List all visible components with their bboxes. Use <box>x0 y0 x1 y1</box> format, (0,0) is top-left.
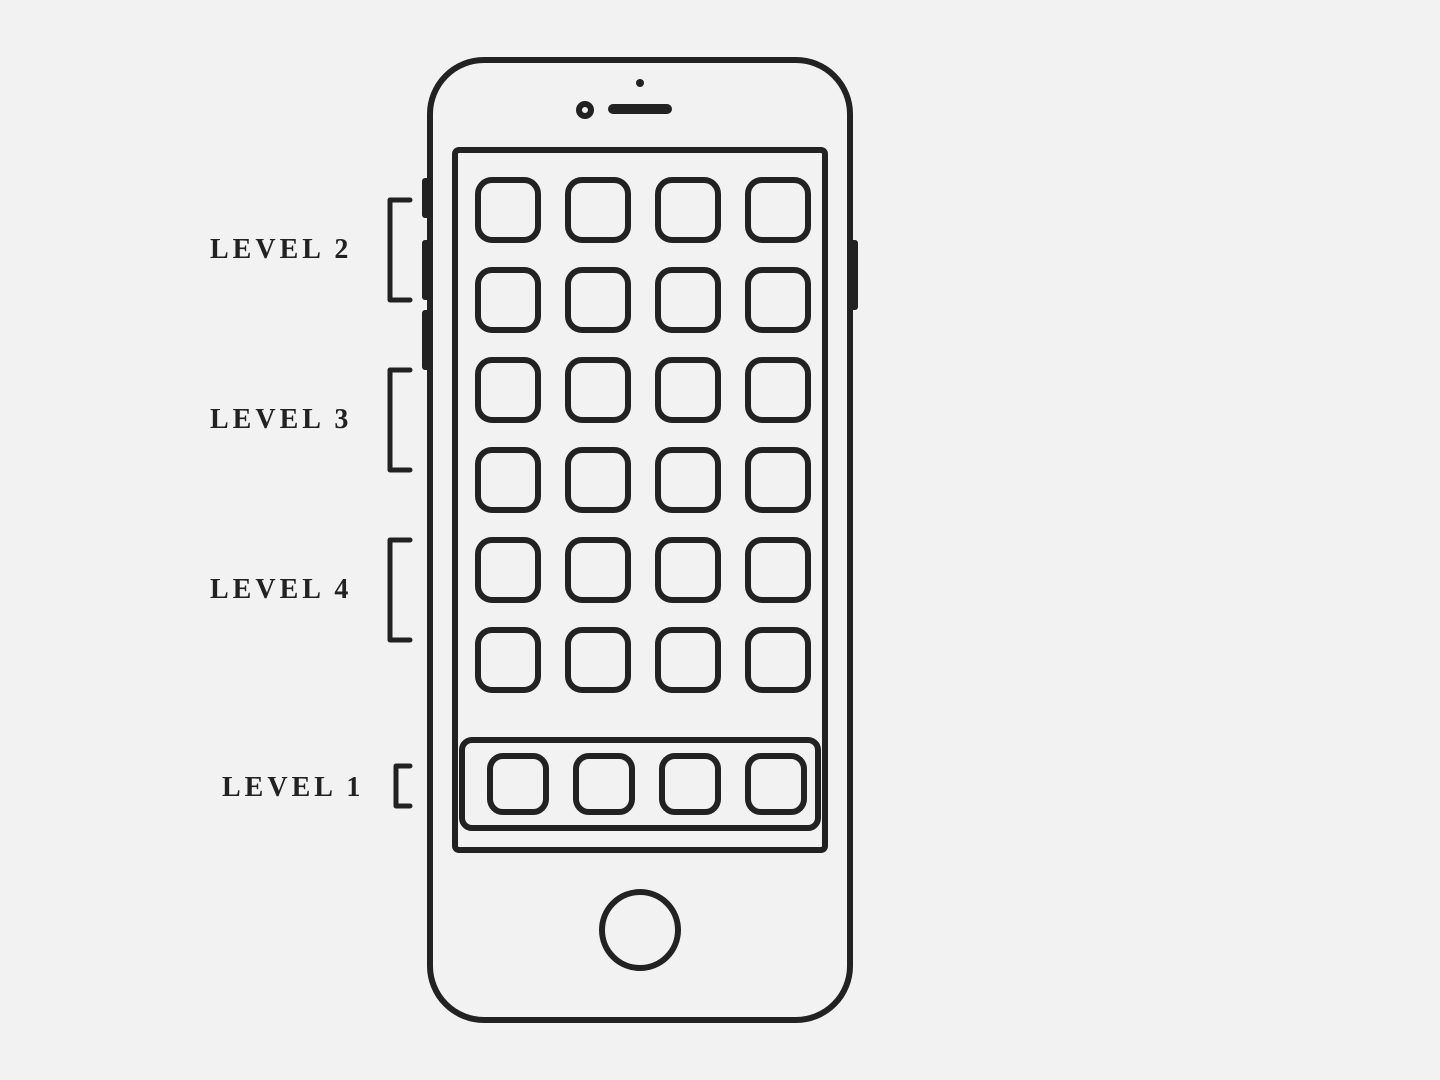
volume-up-button <box>422 240 430 300</box>
diagram-stage: LEVEL 2 LEVEL 3 LEVEL 4 LEVEL 1 <box>0 0 1440 1080</box>
phone-screen <box>455 150 825 850</box>
front-camera-icon <box>636 79 644 87</box>
dock-icons <box>490 756 804 812</box>
mute-switch <box>422 178 430 218</box>
bracket-level-3 <box>390 370 410 470</box>
power-button <box>850 240 858 310</box>
sensor-icon <box>579 104 591 116</box>
label-level-3: LEVEL 3 <box>210 404 352 436</box>
phone-illustration <box>0 0 1440 1080</box>
label-level-4: LEVEL 4 <box>210 574 352 606</box>
volume-down-button <box>422 310 430 370</box>
earpiece-speaker-icon <box>608 104 672 114</box>
label-level-2: LEVEL 2 <box>210 234 352 266</box>
app-icon-grid <box>478 180 808 690</box>
home-button <box>602 892 678 968</box>
bracket-level-4 <box>390 540 410 640</box>
label-level-1: LEVEL 1 <box>222 772 364 804</box>
bracket-level-1 <box>396 766 410 806</box>
bracket-level-2 <box>390 200 410 300</box>
